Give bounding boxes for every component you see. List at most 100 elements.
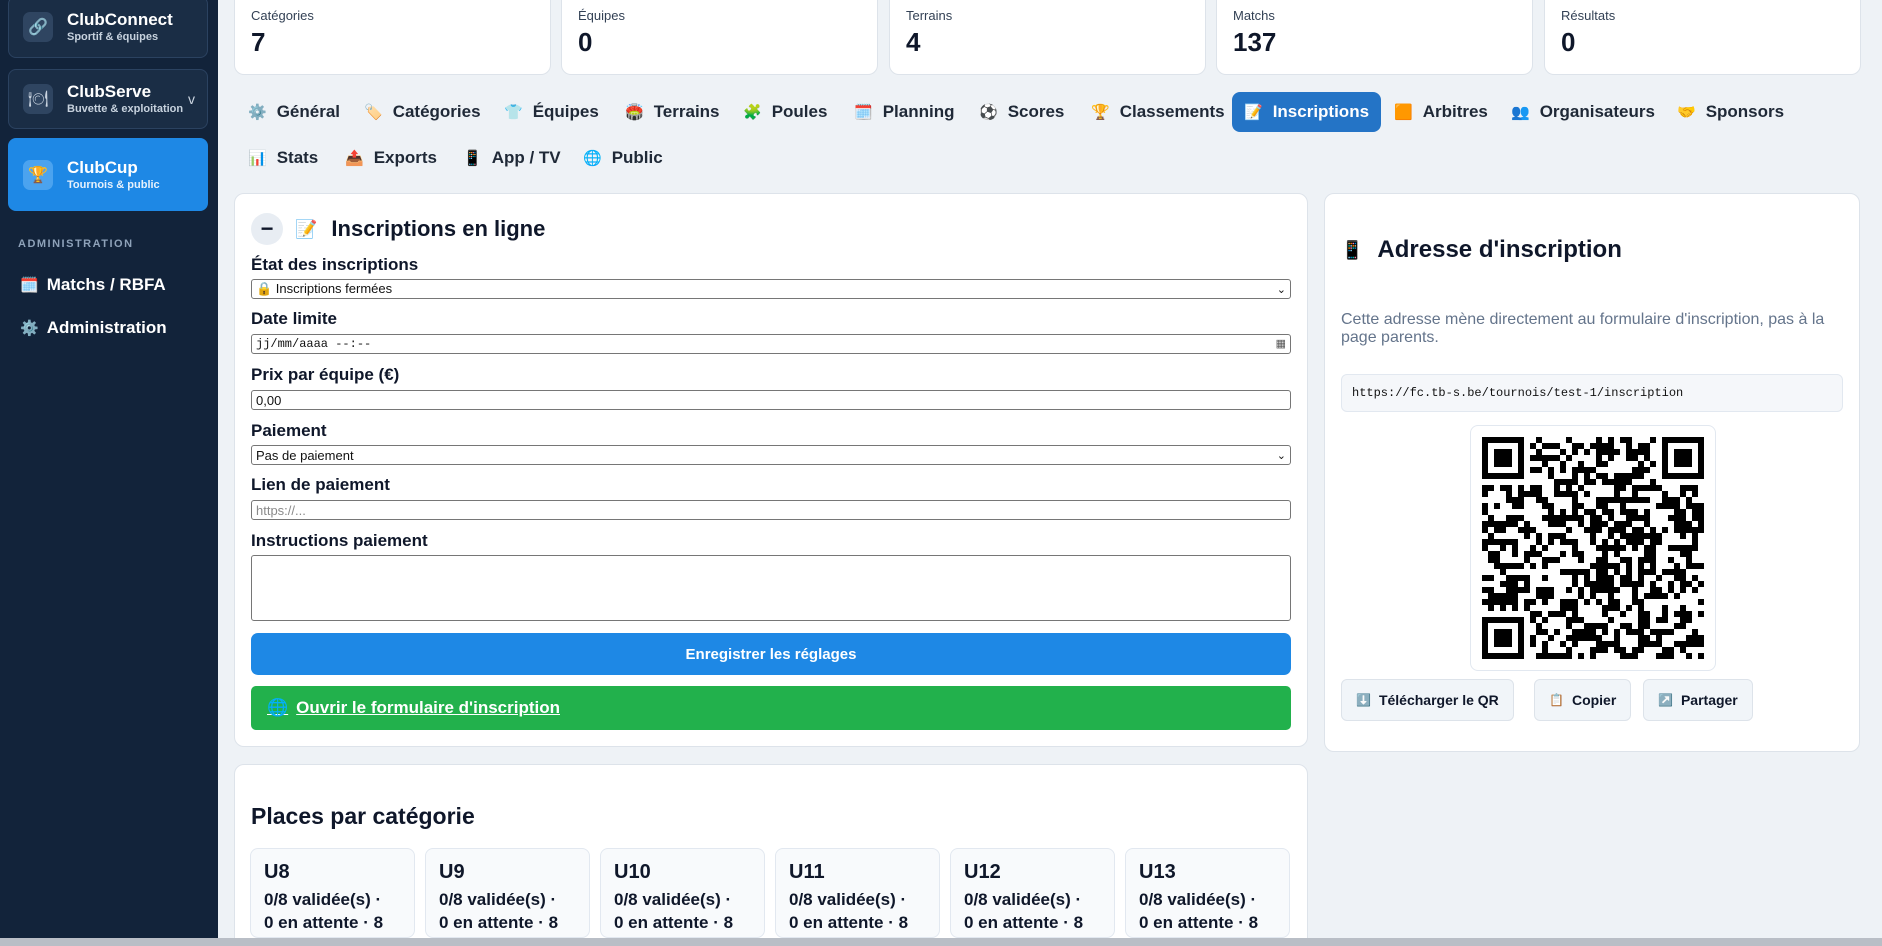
tab-label: Équipes	[532, 102, 599, 121]
tab-poules[interactable]: 🧩 Poules	[731, 92, 839, 132]
qr-code-image	[1482, 437, 1704, 659]
category-card-u13: U13 0/8 validée(s) · 0 en attente · 8	[1125, 848, 1290, 938]
registration-url[interactable]: https://fc.tb-s.be/tournois/test-1/inscr…	[1341, 374, 1843, 412]
button-label: Partager	[1680, 692, 1738, 708]
app-clubconnect[interactable]: 🔗 ClubConnect Sportif & équipes	[8, 0, 208, 58]
tab-general[interactable]: ⚙️ Général	[236, 92, 352, 132]
tab-label: Organisateurs	[1539, 102, 1655, 121]
export-icon: 📤	[345, 150, 364, 167]
tab-organisateurs[interactable]: 👥 Organisateurs	[1499, 92, 1667, 132]
address-title: 📱 Adresse d'inscription	[1341, 236, 1622, 264]
memo-icon: 📝	[1244, 104, 1263, 121]
download-icon: ⬇️	[1356, 693, 1371, 707]
gear-icon: ⚙️	[248, 104, 267, 121]
shirt-icon: 👕	[504, 104, 523, 121]
payment-label: Paiement	[251, 421, 327, 440]
tab-label: Général	[276, 102, 340, 121]
sidebar: 🔗 ClubConnect Sportif & équipes 🍽 ClubSe…	[0, 0, 218, 938]
calendar-icon: 🗓️	[20, 277, 39, 294]
link-icon: 🔗	[23, 12, 53, 42]
category-name: U11	[789, 861, 825, 883]
address-description: Cette adresse mène directement au formul…	[1341, 311, 1825, 346]
share-icon: ↗️	[1658, 693, 1673, 707]
memo-icon: 📝	[295, 218, 318, 239]
trophy-icon: 🏆	[1091, 104, 1110, 121]
qr-code	[1470, 425, 1716, 671]
tab-terrains[interactable]: 🏟️ Terrains	[613, 92, 732, 132]
payment-select[interactable]: Pas de paiement ⌄	[251, 445, 1291, 465]
category-name: U13	[1139, 861, 1176, 883]
category-stat: 0/8 validée(s) ·	[614, 890, 732, 909]
tab-inscriptions[interactable]: 📝 Inscriptions	[1232, 92, 1382, 132]
app-subtitle: Sportif & équipes	[67, 31, 159, 43]
tab-exports[interactable]: 📤 Exports	[333, 138, 449, 178]
category-stat: 0/8 validée(s) ·	[264, 890, 382, 909]
state-select[interactable]: 🔒 Inscriptions fermées ⌄	[251, 279, 1291, 299]
open-form-button[interactable]: 🌐 Ouvrir le formulaire d'inscription	[251, 686, 1291, 730]
category-stat: 0 en attente · 8	[789, 913, 909, 932]
puzzle-icon: 🧩	[743, 104, 762, 121]
tab-label: Scores	[1007, 102, 1065, 121]
download-qr-button[interactable]: ⬇️ Télécharger le QR	[1341, 679, 1514, 721]
category-stat: 0 en attente · 8	[439, 913, 559, 932]
app-subtitle: Tournois & public	[67, 178, 160, 191]
tab-arbitres[interactable]: 🟧 Arbitres	[1382, 92, 1500, 132]
tab-planning[interactable]: 🗓️ Planning	[842, 92, 966, 132]
stat-label: Résultats	[1561, 8, 1616, 23]
tab-equipes[interactable]: 👕 Équipes	[492, 92, 611, 132]
stat-label: Terrains	[906, 8, 953, 23]
save-settings-button[interactable]: Enregistrer les réglages	[251, 633, 1291, 675]
tab-public[interactable]: 🌐 Public	[571, 138, 675, 178]
tab-label: Classements	[1119, 102, 1225, 121]
copy-button[interactable]: 📋 Copier	[1534, 679, 1632, 721]
category-name: U10	[614, 861, 651, 883]
deadline-input[interactable]: jj/mm/aaaa --:-- ▦	[251, 334, 1291, 354]
tab-scores[interactable]: ⚽ Scores	[967, 92, 1076, 132]
app-clubserve[interactable]: 🍽 ClubServe Buvette & exploitation v	[8, 69, 208, 129]
paylink-label: Lien de paiement	[251, 475, 390, 494]
sidebar-section-title: ADMINISTRATION	[18, 238, 134, 250]
category-card-u12: U12 0/8 validée(s) · 0 en attente · 8	[950, 848, 1115, 938]
app-clubcup[interactable]: 🏆 ClubCup Tournois & public	[8, 138, 208, 211]
collapse-button[interactable]: −	[251, 213, 283, 245]
share-button[interactable]: ↗️ Partager	[1643, 679, 1753, 721]
stat-card-equipes: Équipes 0	[561, 0, 878, 75]
stat-card-matchs: Matchs 137	[1216, 0, 1533, 75]
square-icon: 🟧	[1394, 104, 1413, 121]
sidebar-item-administration[interactable]: ⚙️ Administration	[20, 318, 167, 338]
instructions-label: Instructions paiement	[251, 531, 428, 550]
stat-value: 4	[906, 27, 921, 57]
phone-icon: 📱	[1341, 239, 1364, 260]
phone-icon: 📱	[463, 150, 482, 167]
category-stat: 0/8 validée(s) ·	[964, 890, 1082, 909]
paylink-placeholder: https://...	[256, 502, 306, 518]
category-stat: 0 en attente · 8	[964, 913, 1084, 932]
tab-sponsors[interactable]: 🤝 Sponsors	[1665, 92, 1796, 132]
app-name: ClubCup	[67, 157, 138, 177]
price-input[interactable]: 0,00	[251, 390, 1291, 410]
payment-select-value: Pas de paiement	[256, 447, 354, 463]
chart-icon: 📊	[248, 150, 267, 167]
category-name: U8	[264, 861, 290, 883]
registration-panel: − 📝 Inscriptions en ligne État des inscr…	[234, 193, 1308, 747]
chevron-down-icon: ⌄	[1276, 449, 1286, 462]
sidebar-item-label: Administration	[46, 318, 167, 337]
tab-label: Exports	[373, 148, 437, 167]
sidebar-item-matchs-rbfa[interactable]: 🗓️ Matchs / RBFA	[20, 275, 166, 295]
tab-label: App / TV	[491, 148, 561, 167]
category-stat: 0/8 validée(s) ·	[439, 890, 557, 909]
address-panel: 📱 Adresse d'inscription Cette adresse mè…	[1324, 193, 1860, 752]
tab-app-tv[interactable]: 📱 App / TV	[451, 138, 573, 178]
chevron-down-icon[interactable]: v	[188, 91, 195, 107]
category-card-u9: U9 0/8 validée(s) · 0 en attente · 8	[425, 848, 590, 938]
tab-categories[interactable]: 🏷️ Catégories	[352, 92, 493, 132]
panel-title-text: Inscriptions en ligne	[331, 216, 546, 241]
tab-classements[interactable]: 🏆 Classements	[1079, 92, 1237, 132]
paylink-input[interactable]: https://...	[251, 500, 1291, 520]
stat-label: Équipes	[578, 8, 625, 23]
tab-label: Catégories	[392, 102, 481, 121]
tab-stats[interactable]: 📊 Stats	[236, 138, 330, 178]
calendar-icon[interactable]: ▦	[1276, 337, 1286, 351]
instructions-textarea[interactable]	[251, 555, 1291, 621]
tab-label: Planning	[882, 102, 955, 121]
